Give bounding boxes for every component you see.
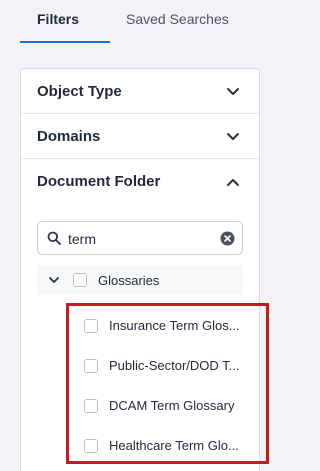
child-checkbox[interactable] <box>84 399 98 413</box>
tab-saved-searches[interactable]: Saved Searches <box>126 11 229 27</box>
active-tab-indicator <box>20 41 110 43</box>
child-checkbox[interactable] <box>84 439 98 453</box>
section-domains-label: Domains <box>37 128 101 145</box>
tree-child-item: Insurance Term Glos... <box>84 316 264 336</box>
chevron-up-icon[interactable] <box>226 175 240 189</box>
child-label: Healthcare Term Glo... <box>109 438 239 453</box>
tree-item-glossaries: Glossaries <box>37 265 243 295</box>
child-label: Public-Sector/DOD T... <box>109 358 240 373</box>
child-label: DCAM Term Glossary <box>109 398 235 413</box>
tree-child-item: Healthcare Term Glo... <box>84 436 264 456</box>
chevron-down-icon[interactable] <box>226 130 240 144</box>
section-document-folder-label: Document Folder <box>37 173 161 190</box>
child-checkbox[interactable] <box>84 319 98 333</box>
search-input-value[interactable]: term <box>68 231 96 247</box>
child-checkbox[interactable] <box>84 359 98 373</box>
section-object-type[interactable]: Object Type <box>21 69 259 114</box>
chevron-down-icon[interactable] <box>226 85 240 99</box>
glossaries-checkbox[interactable] <box>73 273 87 287</box>
search-icon <box>47 231 61 245</box>
folder-search-input[interactable]: term <box>37 221 243 255</box>
clear-search-icon[interactable] <box>220 231 235 246</box>
child-label: Insurance Term Glos... <box>109 318 240 333</box>
glossaries-label: Glossaries <box>98 273 160 288</box>
tree-child-item: DCAM Term Glossary <box>84 396 264 416</box>
tree-child-item: Public-Sector/DOD T... <box>84 356 264 376</box>
chevron-down-icon[interactable] <box>49 275 59 285</box>
section-object-type-label: Object Type <box>37 83 122 100</box>
section-domains[interactable]: Domains <box>21 114 259 159</box>
tab-filters[interactable]: Filters <box>37 11 79 27</box>
filter-tabs: Filters Saved Searches <box>0 0 272 44</box>
section-document-folder[interactable]: Document Folder <box>21 159 259 204</box>
